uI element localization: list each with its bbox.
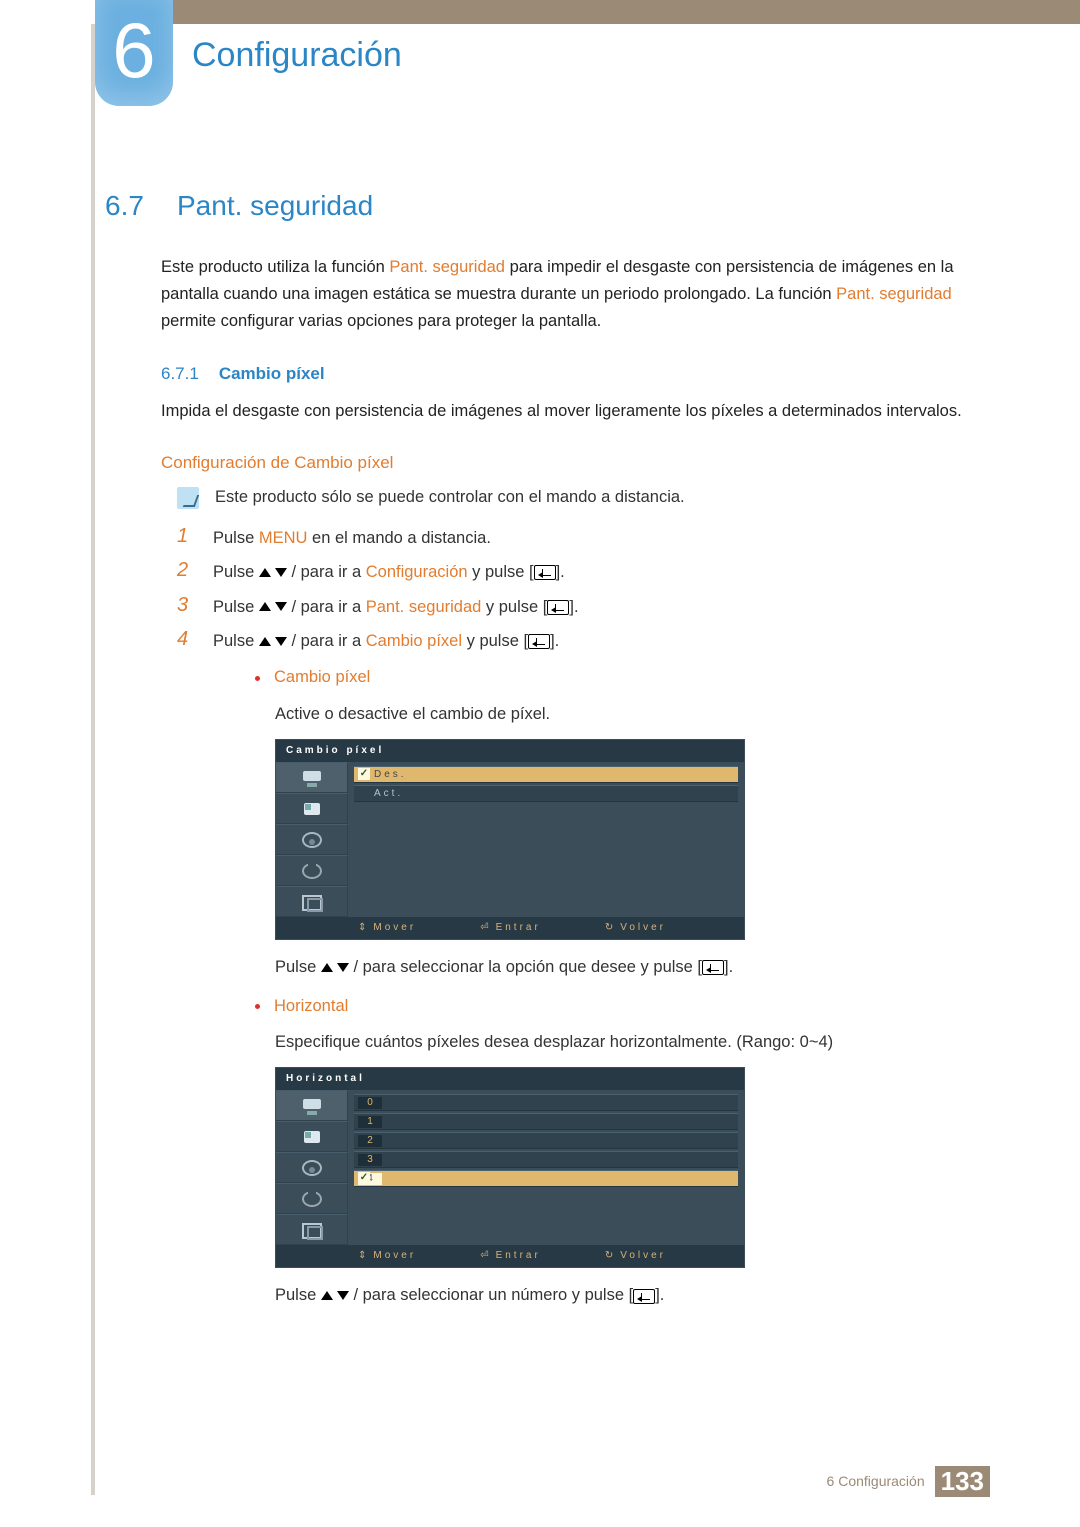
osd-sidebar — [276, 762, 348, 917]
enter-icon — [633, 1289, 655, 1304]
osd-side-icon — [301, 1097, 323, 1115]
osd-footer: ⇕Mover ⏎Entrar ↻Volver — [276, 917, 744, 939]
after-osd1-text: Pulse / para seleccionar la opción que d… — [275, 954, 995, 980]
osd-title: Cambio píxel — [276, 740, 744, 762]
osd-menu-horizontal: Horizontal 0 — [275, 1067, 745, 1268]
updown-icon — [321, 962, 349, 974]
osd-side-icon — [301, 800, 323, 818]
enter-icon — [547, 600, 569, 615]
bullet-horizontal: Horizontal Especifique cuántos píxeles d… — [255, 993, 995, 1309]
step-1: 1 Pulse MENU en el mando a distancia. — [177, 525, 995, 551]
enter-icon — [528, 634, 550, 649]
osd-side-icon — [301, 1190, 323, 1208]
bullet-icon — [255, 676, 260, 681]
osd-menu-cambio-pixel: Cambio píxel ✓Des. — [275, 739, 745, 940]
osd-side-icon — [301, 1128, 323, 1146]
osd-option-1[interactable]: 1 — [354, 1113, 738, 1130]
osd-option-des[interactable]: ✓Des. — [354, 766, 738, 783]
bullet-icon — [255, 1004, 260, 1009]
subsection-heading: 6.7.1 Cambio píxel — [161, 364, 995, 384]
osd-side-icon — [301, 1221, 323, 1239]
osd-side-icon — [301, 862, 323, 880]
step-3: 3 Pulse / para ir a Pant. seguridad y pu… — [177, 594, 995, 620]
chapter-tab: 6 — [95, 0, 173, 106]
footer-chapter-ref: 6 Configuración — [827, 1473, 925, 1489]
section-title: Pant. seguridad — [177, 190, 373, 222]
osd-option-act[interactable]: Act. — [354, 785, 738, 802]
osd-side-icon — [301, 831, 323, 849]
chapter-number: 6 — [95, 0, 173, 100]
updown-icon — [259, 636, 287, 648]
updown-icon — [259, 567, 287, 579]
osd-side-icon — [301, 1159, 323, 1177]
updown-icon — [321, 1290, 349, 1302]
osd-option-2[interactable]: 2 — [354, 1132, 738, 1149]
osd-side-icon — [301, 893, 323, 911]
section-heading: 6.7 Pant. seguridad — [105, 190, 995, 222]
step-2: 2 Pulse / para ir a Configuración y puls… — [177, 559, 995, 585]
osd-option-0[interactable]: 0 — [354, 1094, 738, 1111]
note-row: Este producto sólo se puede controlar co… — [177, 487, 995, 509]
subsection-title: Cambio píxel — [219, 364, 325, 384]
bullet-cambio-pixel: Cambio píxel Active o desactive el cambi… — [255, 664, 995, 980]
enter-icon — [534, 565, 556, 580]
subsection-number: 6.7.1 — [161, 364, 199, 384]
top-bar — [95, 0, 1080, 24]
section-intro: Este producto utiliza la función Pant. s… — [161, 254, 995, 336]
osd-side-icon — [301, 769, 323, 787]
osd-footer: ⇕Mover ⏎Entrar ↻Volver — [276, 1245, 744, 1267]
osd-option-4[interactable]: ✓4 — [354, 1170, 738, 1187]
osd-option-3[interactable]: 3 — [354, 1151, 738, 1168]
content: 6.7 Pant. seguridad Este producto utiliz… — [105, 190, 995, 1329]
subsection-body: Impida el desgaste con persistencia de i… — [161, 398, 995, 425]
steps-list: 1 Pulse MENU en el mando a distancia. 2 … — [177, 525, 995, 1321]
chapter-title: Configuración — [192, 36, 402, 75]
section-number: 6.7 — [105, 190, 153, 222]
step-4: 4 Pulse / para ir a Cambio píxel y pulse… — [177, 628, 995, 1321]
footer-page-number: 133 — [935, 1466, 990, 1497]
enter-icon — [702, 960, 724, 975]
note-text: Este producto sólo se puede controlar co… — [215, 488, 685, 507]
left-margin-rule — [91, 24, 95, 1495]
note-icon — [177, 487, 199, 509]
after-osd2-text: Pulse / para seleccionar un número y pul… — [275, 1282, 995, 1308]
osd-title: Horizontal — [276, 1068, 744, 1090]
config-heading: Configuración de Cambio píxel — [161, 453, 995, 473]
osd-sidebar — [276, 1090, 348, 1245]
page-footer: 6 Configuración 133 — [827, 1466, 990, 1497]
updown-icon — [259, 601, 287, 613]
